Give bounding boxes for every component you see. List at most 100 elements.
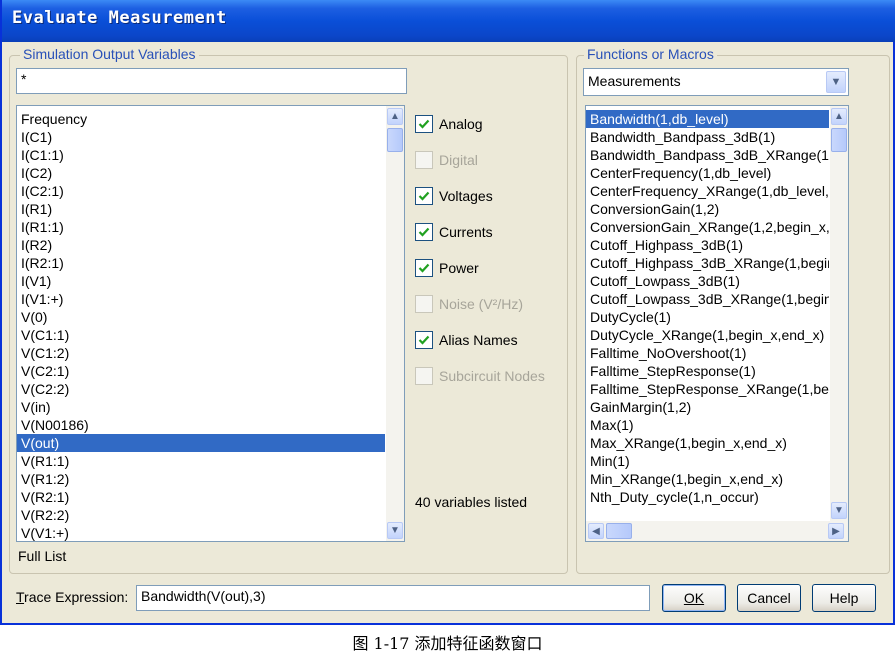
variable-item[interactable]: V(N00186) (17, 416, 385, 434)
function-item[interactable]: DutyCycle(1) (586, 308, 829, 326)
filter-label: Power (439, 260, 479, 276)
variable-item[interactable]: I(C1:1) (17, 146, 385, 164)
filter-power[interactable]: Power (415, 259, 479, 277)
scroll-thumb[interactable] (831, 128, 847, 152)
function-item[interactable]: GainMargin(1,2) (586, 398, 829, 416)
filter-voltages[interactable]: Voltages (415, 187, 493, 205)
function-item[interactable]: CenterFrequency(1,db_level) (586, 164, 829, 182)
checkbox[interactable] (415, 259, 433, 277)
function-item[interactable]: Falltime_StepResponse(1) (586, 362, 829, 380)
variable-item[interactable]: I(V1:+) (17, 290, 385, 308)
variable-item[interactable]: V(out) (17, 434, 385, 452)
trace-expression-label: Trace Expression: (16, 589, 129, 605)
function-item[interactable]: DutyCycle_XRange(1,begin_x,end_x) (586, 326, 829, 344)
function-item[interactable]: Bandwidth(1,db_level) (586, 110, 829, 128)
checkbox[interactable] (415, 223, 433, 241)
filter-label: Voltages (439, 188, 493, 204)
functions-list[interactable]: Bandwidth(1,db_level) Bandwidth_Bandpass_… (585, 105, 849, 542)
function-item[interactable]: ConversionGain_XRange(1,2,begin_x,e (586, 218, 829, 236)
variable-item[interactable]: V(C1:2) (17, 344, 385, 362)
scroll-thumb[interactable] (606, 523, 632, 539)
variable-item[interactable]: V(C1:1) (17, 326, 385, 344)
full-list-label: Full List (18, 548, 67, 564)
scroll-up-icon[interactable]: ▲ (387, 108, 403, 125)
variables-items: Frequency I(C1) I(C1:1) I(C2) I(C2:1) I(R1) I(… (17, 110, 385, 541)
scroll-down-icon[interactable]: ▼ (831, 502, 847, 519)
scroll-down-icon[interactable]: ▼ (387, 522, 403, 539)
functions-dropdown[interactable]: Measurements ▼ (583, 68, 849, 96)
function-item[interactable]: Cutoff_Highpass_3dB(1) (586, 236, 829, 254)
filter-subcircuit-nodes: Subcircuit Nodes (415, 367, 545, 385)
filter-input[interactable]: * (16, 68, 407, 94)
function-item[interactable]: Min(1) (586, 452, 829, 470)
variable-item[interactable]: V(in) (17, 398, 385, 416)
help-button[interactable]: Help (812, 584, 876, 612)
function-item[interactable]: Cutoff_Lowpass_3dB(1) (586, 272, 829, 290)
scroll-left-icon[interactable]: ◀ (588, 523, 604, 539)
function-item[interactable]: Cutoff_Lowpass_3dB_XRange(1,begin_ (586, 290, 829, 308)
checkmark-icon (418, 191, 430, 201)
filter-analog[interactable]: Analog (415, 115, 483, 133)
functions-hscrollbar[interactable]: ◀ ▶ (586, 521, 848, 541)
checkbox[interactable] (415, 187, 433, 205)
variable-item[interactable]: I(V1) (17, 272, 385, 290)
variables-list[interactable]: Frequency I(C1) I(C1:1) I(C2) I(C2:1) I(R1) I(… (16, 105, 405, 542)
cancel-button[interactable]: Cancel (737, 584, 801, 612)
checkmark-icon (418, 263, 430, 273)
variable-item[interactable]: V(R2:1) (17, 488, 385, 506)
variable-item[interactable]: V(C2:1) (17, 362, 385, 380)
variable-item[interactable]: V(V1:+) (17, 524, 385, 541)
function-item[interactable]: Falltime_StepResponse_XRange(1,beg (586, 380, 829, 398)
function-item[interactable]: Max_XRange(1,begin_x,end_x) (586, 434, 829, 452)
variable-item[interactable]: I(R1:1) (17, 218, 385, 236)
checkbox (415, 367, 433, 385)
function-item[interactable]: Bandwidth_Bandpass_3dB_XRange(1, (586, 146, 829, 164)
filter-label: Alias Names (439, 332, 518, 348)
functions-legend: Functions or Macros (584, 46, 717, 62)
function-item[interactable]: Min_XRange(1,begin_x,end_x) (586, 470, 829, 488)
functions-vscrollbar[interactable]: ▲ ▼ (830, 106, 848, 521)
filter-label: Analog (439, 116, 483, 132)
filter-label: Noise (V²/Hz) (439, 296, 524, 312)
variable-item[interactable]: V(R1:2) (17, 470, 385, 488)
function-item[interactable]: Falltime_NoOvershoot(1) (586, 344, 829, 362)
variable-item[interactable]: I(R1) (17, 200, 385, 218)
variables-count: 40 variables listed (415, 494, 528, 510)
variable-item[interactable]: V(R1:1) (17, 452, 385, 470)
ok-button[interactable]: OK (662, 584, 726, 612)
variable-item[interactable]: V(C2:2) (17, 380, 385, 398)
scroll-thumb[interactable] (387, 128, 403, 152)
checkbox (415, 295, 433, 313)
scroll-up-icon[interactable]: ▲ (831, 108, 847, 125)
simulation-output-legend: Simulation Output Variables (20, 46, 199, 62)
trace-expression-input[interactable]: Bandwidth(V(out),3) (136, 585, 650, 611)
function-item[interactable]: Nth_Duty_cycle(1,n_occur) (586, 488, 829, 506)
cancel-button-label: Cancel (747, 590, 791, 606)
variable-item[interactable]: V(0) (17, 308, 385, 326)
ok-button-label: OK (683, 590, 705, 606)
variable-item[interactable]: Frequency (17, 110, 385, 128)
checkmark-icon (418, 335, 430, 345)
filter-alias-names[interactable]: Alias Names (415, 331, 518, 349)
variable-item[interactable]: I(R2:1) (17, 254, 385, 272)
variables-scrollbar[interactable]: ▲ ▼ (386, 106, 404, 541)
dialog-window: Evaluate Measurement Simulation Output V… (0, 0, 895, 625)
variable-item[interactable]: I(C1) (17, 128, 385, 146)
function-item[interactable]: ConversionGain(1,2) (586, 200, 829, 218)
function-item[interactable]: CenterFrequency_XRange(1,db_level,b (586, 182, 829, 200)
scroll-right-icon[interactable]: ▶ (828, 523, 844, 539)
variable-item[interactable]: I(C2) (17, 164, 385, 182)
title-bar[interactable]: Evaluate Measurement (2, 0, 895, 42)
chevron-down-icon[interactable]: ▼ (826, 71, 846, 93)
checkbox[interactable] (415, 331, 433, 349)
function-item[interactable]: Bandwidth_Bandpass_3dB(1) (586, 128, 829, 146)
variable-item[interactable]: V(R2:2) (17, 506, 385, 524)
variable-item[interactable]: I(C2:1) (17, 182, 385, 200)
filter-currents[interactable]: Currents (415, 223, 493, 241)
function-item[interactable]: Cutoff_Highpass_3dB_XRange(1,begin (586, 254, 829, 272)
checkbox[interactable] (415, 115, 433, 133)
filter-label: Subcircuit Nodes (439, 368, 545, 384)
variable-item[interactable]: I(R2) (17, 236, 385, 254)
functions-items: Bandwidth(1,db_level) Bandwidth_Bandpass_… (586, 110, 829, 506)
function-item[interactable]: Max(1) (586, 416, 829, 434)
